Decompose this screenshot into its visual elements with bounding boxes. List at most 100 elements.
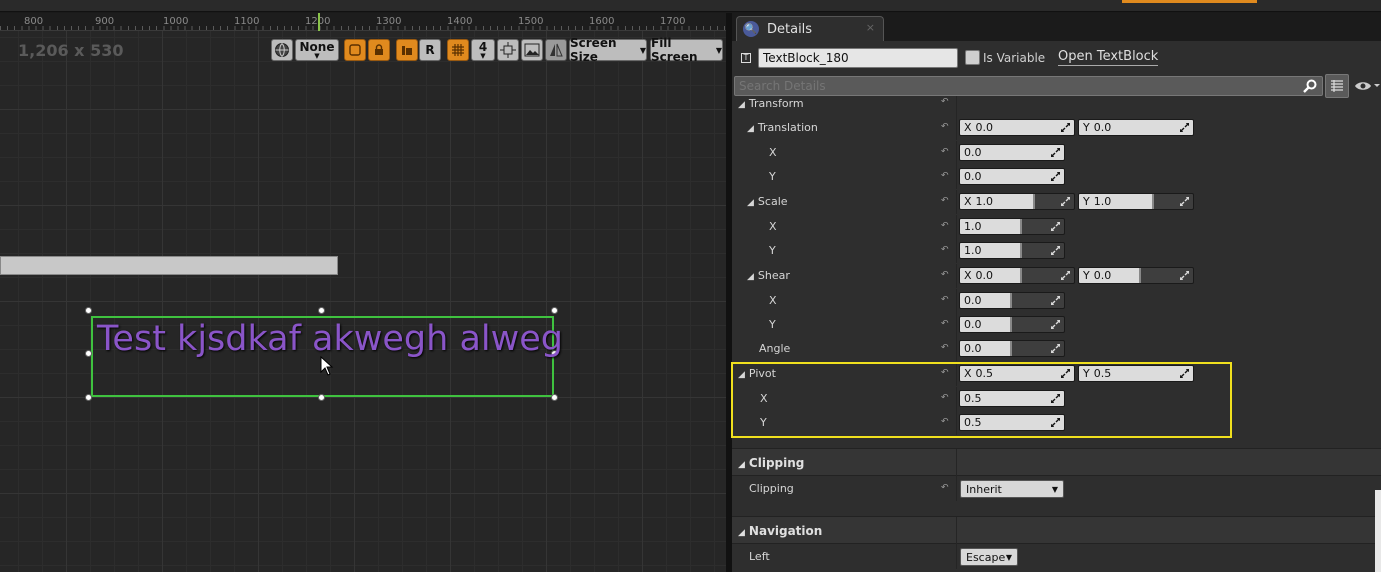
zoom-to-fit-button[interactable]	[497, 39, 519, 61]
resize-handle[interactable]	[85, 307, 92, 314]
shear-y-label: Y	[769, 318, 776, 331]
column-splitter[interactable]	[956, 215, 957, 239]
pivot-x-input[interactable]: 0.5	[959, 390, 1065, 407]
background-image-button[interactable]	[521, 39, 543, 61]
clipping-dropdown[interactable]: Inherit ▼	[960, 480, 1064, 498]
ruler-tick: 1700	[660, 16, 686, 27]
pivot-x-field[interactable]: X 0.5	[959, 365, 1075, 382]
column-splitter[interactable]	[956, 362, 957, 386]
progress-bar-widget[interactable]	[0, 256, 338, 275]
shear-x-input[interactable]: 0.0	[959, 292, 1065, 309]
reset-transform-button[interactable]: R	[419, 39, 441, 61]
designer-viewport[interactable]: 800 900 1000 1100 1200 1300 1400 1500 16…	[0, 13, 726, 572]
column-splitter[interactable]	[956, 387, 957, 411]
navigation-section-header[interactable]: ◢ Navigation	[732, 516, 1381, 545]
close-icon[interactable]: ×	[866, 21, 875, 34]
resize-handle[interactable]	[551, 394, 558, 401]
translation-y-input[interactable]: 0.0	[959, 168, 1065, 185]
transform-category-row[interactable]: ◢ Transform ↶	[732, 96, 1381, 120]
tab-details[interactable]: 🔍 Details ×	[736, 16, 884, 41]
reset-to-default-icon[interactable]: ↶	[941, 319, 949, 329]
reset-to-default-icon[interactable]: ↶	[941, 97, 949, 107]
scale-y-field[interactable]: Y 1.0	[1078, 193, 1194, 210]
reset-to-default-icon[interactable]: ↶	[941, 245, 949, 255]
translation-y-field[interactable]: Y 0.0	[1078, 119, 1194, 136]
search-input[interactable]	[735, 77, 1295, 95]
column-splitter[interactable]	[956, 289, 957, 313]
reset-to-default-icon[interactable]: ↶	[941, 147, 949, 157]
scale-y-input[interactable]: 1.0	[959, 242, 1065, 259]
respect-locks-button[interactable]	[396, 39, 418, 61]
outline-toggle-button[interactable]	[344, 39, 366, 61]
clipping-section-header[interactable]: ◢ Clipping	[732, 448, 1381, 477]
fill-screen-dropdown[interactable]: Fill Screen ▼	[650, 36, 723, 64]
grid-snap-toggle[interactable]	[447, 39, 469, 61]
reset-to-default-icon[interactable]: ↶	[941, 171, 949, 181]
text-block-widget[interactable]: Test kjsdkaf akwegh alweg	[97, 319, 563, 359]
scale-row: ◢ Scale ↶ X 1.0 Y 1.0	[732, 190, 1381, 214]
column-splitter[interactable]	[956, 411, 957, 435]
pivot-y-input[interactable]: 0.5	[959, 414, 1065, 431]
reset-to-default-icon[interactable]: ↶	[941, 295, 949, 305]
scrollbar-edge[interactable]	[1375, 490, 1381, 572]
grid-snap-size-dropdown[interactable]: 4 ▼	[471, 39, 495, 61]
search-details-box[interactable]	[734, 76, 1323, 96]
column-splitter[interactable]	[956, 545, 957, 569]
resize-handle[interactable]	[318, 394, 325, 401]
view-options-button[interactable]	[1354, 77, 1380, 95]
open-textblock-link[interactable]: Open TextBlock	[1058, 49, 1159, 66]
column-splitter[interactable]	[956, 190, 957, 214]
lock-toggle-button[interactable]	[368, 39, 390, 61]
translation-x-input[interactable]: 0.0	[959, 144, 1065, 161]
reset-to-default-icon[interactable]: ↶	[941, 270, 949, 280]
shear-x-field[interactable]: X 0.0	[959, 267, 1075, 284]
column-splitter[interactable]	[956, 477, 957, 501]
column-splitter[interactable]	[956, 313, 957, 337]
is-variable-checkbox[interactable]	[965, 50, 980, 65]
property-matrix-button[interactable]	[1325, 74, 1349, 98]
reset-to-default-icon[interactable]: ↶	[941, 483, 949, 493]
column-splitter[interactable]	[956, 116, 957, 140]
navigation-left-dropdown[interactable]: Escape ▼	[960, 548, 1018, 566]
collapse-triangle-icon[interactable]: ◢	[747, 272, 754, 282]
resize-handle[interactable]	[318, 307, 325, 314]
reset-to-default-icon[interactable]: ↶	[941, 393, 949, 403]
collapse-triangle-icon[interactable]: ◢	[747, 124, 754, 134]
reset-to-default-icon[interactable]: ↶	[941, 417, 949, 427]
widget-name-input[interactable]	[758, 48, 958, 68]
collapse-triangle-icon[interactable]: ◢	[747, 198, 754, 208]
column-splitter[interactable]	[956, 264, 957, 288]
column-splitter[interactable]	[956, 141, 957, 165]
reset-to-default-icon[interactable]: ↶	[941, 196, 949, 206]
resize-handle[interactable]	[85, 394, 92, 401]
column-splitter[interactable]	[956, 165, 957, 189]
resize-handle[interactable]	[85, 350, 92, 357]
reset-to-default-icon[interactable]: ↶	[941, 122, 949, 132]
shear-y-input[interactable]: 0.0	[959, 316, 1065, 333]
resize-handle[interactable]	[551, 307, 558, 314]
shear-y-field[interactable]: Y 0.0	[1078, 267, 1194, 284]
reset-to-default-icon[interactable]: ↶	[941, 221, 949, 231]
scale-x-field[interactable]: X 1.0	[959, 193, 1075, 210]
scale-x-input[interactable]: 1.0	[959, 218, 1065, 235]
pivot-y-field[interactable]: Y 0.5	[1078, 365, 1194, 382]
collapse-triangle-icon[interactable]: ◢	[738, 370, 745, 380]
screen-size-dropdown[interactable]: Screen Size ▼	[569, 36, 647, 64]
column-splitter[interactable]	[956, 337, 957, 361]
column-splitter[interactable]	[956, 517, 957, 545]
navigation-section-text: Navigation	[748, 524, 823, 538]
translation-x-field[interactable]: X 0.0	[959, 119, 1075, 136]
culture-preview-dropdown[interactable]: None ▼	[295, 39, 339, 61]
reset-to-default-icon[interactable]: ↶	[941, 368, 949, 378]
pivot-y-label: Y	[760, 416, 767, 429]
flip-preview-button[interactable]	[545, 39, 567, 61]
column-splitter[interactable]	[956, 239, 957, 263]
scale-y-text: 1.0	[1093, 195, 1112, 208]
translation-y-value: Y 0.0	[1083, 121, 1111, 134]
reset-to-default-icon[interactable]: ↶	[941, 343, 949, 353]
translation-label: ◢ Translation	[747, 121, 818, 134]
compile-button-edge[interactable]	[1122, 0, 1257, 3]
column-splitter[interactable]	[956, 449, 957, 477]
angle-input[interactable]: 0.0	[959, 340, 1065, 357]
localization-preview-button[interactable]	[271, 39, 293, 61]
